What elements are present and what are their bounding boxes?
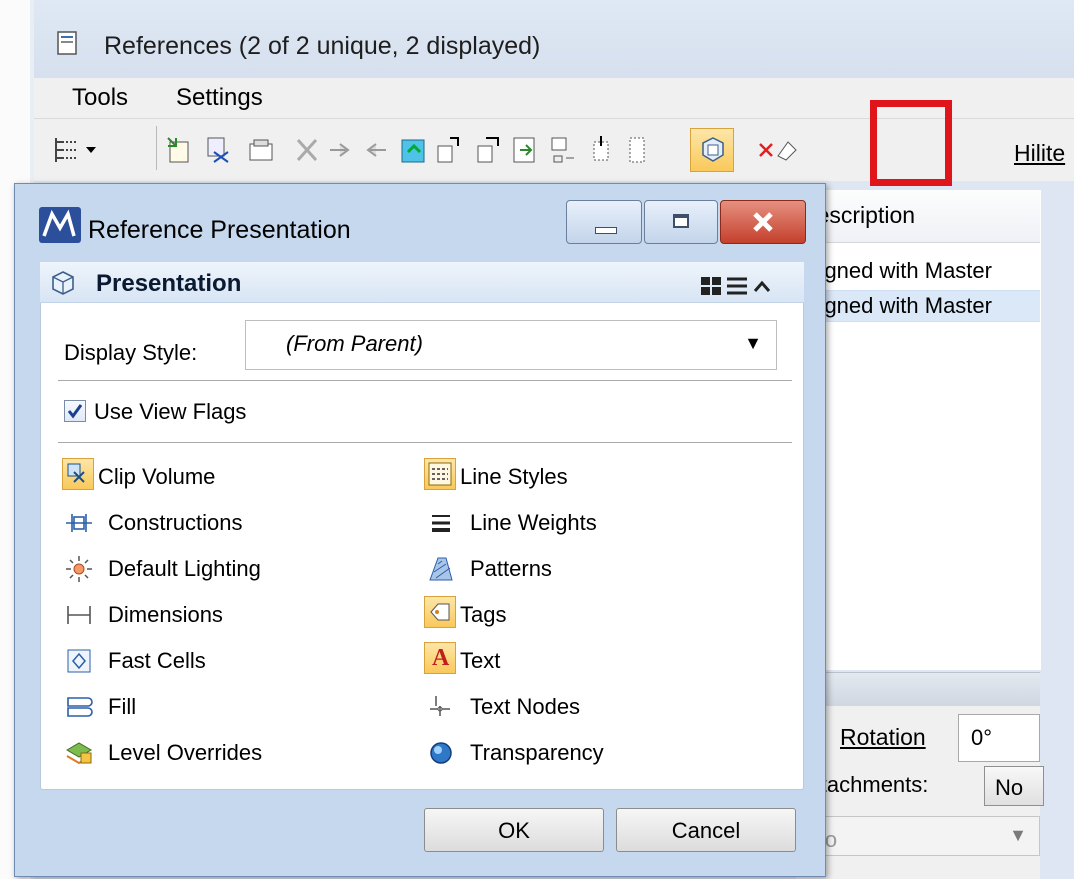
chevron-up-icon[interactable] [752, 278, 772, 294]
menu-tools[interactable]: Tools [72, 84, 128, 112]
flag-line-weights[interactable]: Line Weights [470, 510, 597, 536]
mirror-horizontal-icon[interactable] [472, 134, 502, 166]
clip-delete-icon[interactable] [624, 134, 654, 166]
line-styles-icon [428, 462, 452, 486]
flag-tags[interactable]: Tags [460, 602, 506, 628]
tags-toggle[interactable] [424, 596, 456, 628]
flag-clip-volume[interactable]: Clip Volume [98, 464, 215, 490]
flag-patterns[interactable]: Patterns [470, 556, 552, 582]
maximize-button[interactable] [644, 200, 718, 244]
microstation-logo-icon [39, 207, 81, 243]
minimize-button[interactable] [566, 200, 642, 244]
flag-dimensions[interactable]: Dimensions [108, 602, 223, 628]
chevron-down-icon: ▼ [1009, 825, 1027, 845]
divider [58, 442, 792, 443]
hilite-label[interactable]: Hilite [1014, 140, 1065, 167]
patterns-icon [429, 557, 453, 581]
rotation-field[interactable]: 0° [958, 714, 1040, 762]
rotate-reference-icon[interactable] [432, 134, 462, 166]
presentation-cube-icon [52, 271, 74, 295]
attach-reference-icon[interactable] [164, 134, 194, 166]
hilite-toggle-icon[interactable] [756, 134, 798, 166]
dimensions-icon [67, 606, 91, 624]
flag-transparency[interactable]: Transparency [470, 740, 604, 766]
mirror-vertical-icon[interactable] [510, 134, 540, 166]
grid-view-icon[interactable] [700, 276, 722, 296]
close-icon [753, 212, 773, 232]
divider [58, 380, 792, 381]
flag-fill[interactable]: Fill [108, 694, 136, 720]
exchange-reference-icon[interactable] [292, 134, 322, 166]
table-row[interactable]: Aligned with Master [796, 290, 1040, 322]
flag-text[interactable]: Text [460, 648, 500, 674]
ok-button[interactable]: OK [424, 808, 604, 852]
rotation-label: Rotation [840, 724, 926, 750]
transparency-icon [430, 742, 452, 764]
constructions-icon [66, 514, 92, 532]
attachments-button[interactable]: No [984, 766, 1044, 806]
lighting-icon [66, 556, 92, 582]
references-window-icon [57, 31, 77, 55]
flag-text-nodes[interactable]: Text Nodes [470, 694, 580, 720]
nesting-combo[interactable]: No▼ [796, 816, 1040, 856]
text-nodes-icon [430, 696, 450, 716]
column-header-description[interactable]: Description [796, 190, 1040, 243]
dialog-title: Reference Presentation [88, 216, 351, 244]
detach-reference-icon[interactable] [204, 134, 234, 166]
flag-line-styles[interactable]: Line Styles [460, 464, 568, 490]
use-view-flags-checkbox[interactable] [64, 400, 86, 422]
tree-view-dropdown-icon[interactable] [52, 134, 102, 166]
display-style-label: Display Style: [64, 340, 198, 365]
clip-volume-toggle[interactable] [62, 458, 94, 490]
clip-boundary-icon[interactable] [548, 134, 578, 166]
reload-reference-icon[interactable] [246, 134, 276, 166]
pane-splitter[interactable] [796, 672, 1040, 707]
fast-cells-icon [67, 649, 91, 673]
use-view-flags-label: Use View Flags [94, 399, 247, 424]
clip-mask-icon[interactable] [586, 134, 616, 166]
presentation-button[interactable] [690, 128, 734, 172]
minimize-icon [595, 227, 617, 234]
cancel-button[interactable]: Cancel [616, 808, 796, 852]
annotation-highlight-box [870, 100, 952, 186]
move-reference-icon[interactable] [326, 134, 356, 166]
line-styles-toggle[interactable] [424, 458, 456, 490]
presentation-cube-icon [702, 137, 724, 162]
text-toggle[interactable]: A [424, 642, 456, 674]
panel-title: Presentation [96, 270, 242, 297]
copy-reference-icon[interactable] [360, 134, 390, 166]
flag-default-lighting[interactable]: Default Lighting [108, 556, 261, 582]
menu-settings[interactable]: Settings [176, 84, 263, 112]
checkmark-icon [67, 404, 83, 419]
tags-icon [430, 603, 450, 621]
chevron-down-icon: ▼ [744, 333, 762, 353]
scale-reference-icon[interactable] [398, 134, 428, 166]
line-weights-icon [432, 515, 450, 532]
display-style-select[interactable]: (From Parent) ▼ [245, 320, 777, 370]
close-button[interactable] [720, 200, 806, 244]
table-row[interactable]: Aligned with Master [796, 256, 1040, 286]
references-window-title: References (2 of 2 unique, 2 displayed) [104, 32, 541, 60]
fill-icon [67, 697, 93, 717]
level-overrides-icon [66, 742, 92, 765]
toolbar-separator [156, 126, 157, 170]
flag-fast-cells[interactable]: Fast Cells [108, 648, 206, 674]
list-view-icon[interactable] [726, 276, 748, 296]
flag-constructions[interactable]: Constructions [108, 510, 243, 536]
maximize-icon [673, 214, 689, 228]
clip-volume-icon [67, 463, 85, 483]
text-icon: A [432, 645, 450, 671]
flag-level-overrides[interactable]: Level Overrides [108, 740, 262, 766]
